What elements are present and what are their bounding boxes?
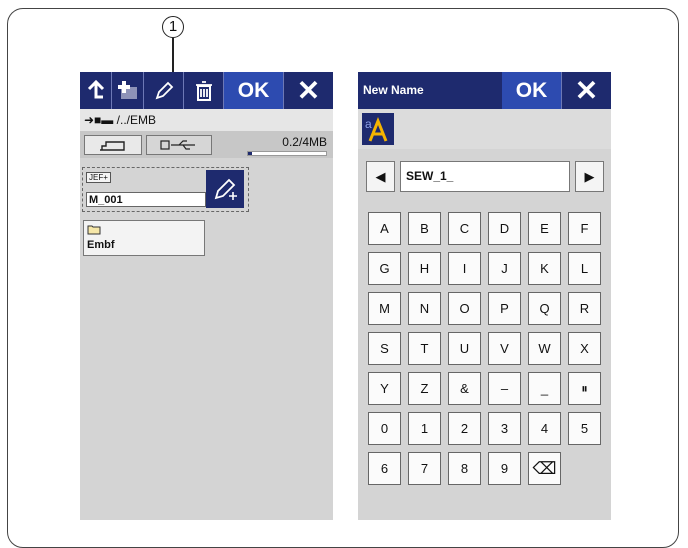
close-button[interactable]: ✕ [562,72,611,109]
key-h[interactable]: H [408,252,441,285]
key-f[interactable]: F [568,212,601,245]
key-g[interactable]: G [368,252,401,285]
key-6[interactable]: 6 [368,452,401,485]
key-i[interactable]: I [448,252,481,285]
case-toggle-icon: a [365,116,388,142]
key-–[interactable]: – [488,372,521,405]
svg-text:a: a [365,117,372,131]
key-r[interactable]: R [568,292,601,325]
trash-icon [195,80,212,101]
new-folder-button[interactable] [112,72,144,109]
key-0[interactable]: 0 [368,412,401,445]
key-j[interactable]: J [488,252,521,285]
key-1[interactable]: 1 [408,412,441,445]
key-m[interactable]: M [368,292,401,325]
rename-toolbar: New Name OK ✕ [358,72,611,109]
file-manager-screen: OK ✕ ➜■▬ /../EMB 0.2/4MB JEF+ M_001 Embf [80,72,333,520]
screen-title: New Name [363,83,424,97]
key-x[interactable]: X [568,332,601,365]
storage-tabs: 0.2/4MB [80,131,333,158]
folder-name: Embf [87,239,115,251]
sewing-machine-icon [100,141,125,151]
key-c[interactable]: C [448,212,481,245]
key-v[interactable]: V [488,332,521,365]
cursor-left-button[interactable]: ◀ [366,161,395,192]
right-triangle-icon: ▶ [584,168,595,184]
machine-icon: ➜■▬ [84,113,114,127]
tab-machine-memory[interactable] [84,135,142,155]
key-u[interactable]: U [448,332,481,365]
key-o[interactable]: O [448,292,481,325]
key-8[interactable]: 8 [448,452,481,485]
key-⏸[interactable]: ⏸ [568,372,601,405]
backspace-key[interactable]: ⌫ [528,452,561,485]
ok-button[interactable]: OK [502,72,562,109]
path-bar: ➜■▬ /../EMB [80,109,333,131]
delete-button[interactable] [184,72,224,109]
name-input-row: ◀ SEW_1_ ▶ [366,161,604,192]
key-7[interactable]: 7 [408,452,441,485]
key-z[interactable]: Z [408,372,441,405]
name-field[interactable]: SEW_1_ [400,161,570,192]
key-y[interactable]: Y [368,372,401,405]
usb-icon [160,140,195,150]
tab-usb[interactable] [146,135,212,155]
key-q[interactable]: Q [528,292,561,325]
folder-icon [87,225,101,235]
memory-usage-bar [247,151,327,156]
callout-number: 1 [162,16,184,38]
up-folder-button[interactable] [80,72,112,109]
rename-button[interactable] [144,72,184,109]
memory-usage-fill [248,152,252,155]
key-9[interactable]: 9 [488,452,521,485]
key-3[interactable]: 3 [488,412,521,445]
up-arrow-icon [87,79,104,98]
rename-screen: New Name OK ✕ a ◀ SEW_1_ ▶ ABCDEF GHIJKL M… [358,72,611,520]
selected-file-item[interactable]: JEF+ M_001 [82,167,249,212]
key-s[interactable]: S [368,332,401,365]
folder-item[interactable]: Embf [83,220,205,256]
file-manager-toolbar: OK ✕ [80,72,333,109]
new-folder-icon [117,80,137,99]
pencil-icon [155,81,173,99]
key-a[interactable]: A [368,212,401,245]
key-t[interactable]: T [408,332,441,365]
key-p[interactable]: P [488,292,521,325]
case-toggle-button[interactable]: a [362,113,394,145]
key-k[interactable]: K [528,252,561,285]
key-4[interactable]: 4 [528,412,561,445]
keyboard-mode-row: a [358,109,611,149]
key-n[interactable]: N [408,292,441,325]
key-l[interactable]: L [568,252,601,285]
key-5[interactable]: 5 [568,412,601,445]
key-d[interactable]: D [488,212,521,245]
memory-usage-label: 0.2/4MB [282,135,327,149]
ok-button[interactable]: OK [224,72,284,109]
cursor-right-button[interactable]: ▶ [575,161,604,192]
file-name: M_001 [86,192,206,207]
key-w[interactable]: W [528,332,561,365]
current-path: /../EMB [116,113,156,127]
left-triangle-icon: ◀ [375,168,386,184]
key-2[interactable]: 2 [448,412,481,445]
key-e[interactable]: E [528,212,561,245]
pencil-sparkle-icon [214,178,237,200]
edit-file-button[interactable] [206,170,244,208]
file-type-badge: JEF+ [86,172,111,183]
key-_[interactable]: _ [528,372,561,405]
close-button[interactable]: ✕ [284,72,333,109]
key-&[interactable]: & [448,372,481,405]
key-b[interactable]: B [408,212,441,245]
